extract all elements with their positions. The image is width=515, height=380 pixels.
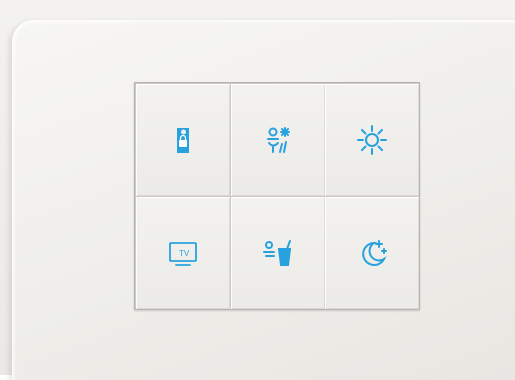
keypad-panel: TV	[134, 82, 420, 310]
sun-icon	[354, 122, 390, 158]
tv-key[interactable]: TV	[136, 197, 230, 309]
housekeeping-icon	[260, 122, 296, 158]
minibar-icon	[260, 235, 296, 271]
housekeeping-key[interactable]	[231, 84, 325, 196]
do-not-disturb-icon	[165, 122, 201, 158]
tv-label: TV	[179, 249, 190, 258]
light-key[interactable]	[325, 84, 419, 196]
night-mode-icon	[354, 235, 390, 271]
minibar-key[interactable]	[231, 197, 325, 309]
do-not-disturb-key[interactable]	[136, 84, 230, 196]
tv-icon: TV	[165, 235, 201, 271]
night-key[interactable]	[325, 197, 419, 309]
